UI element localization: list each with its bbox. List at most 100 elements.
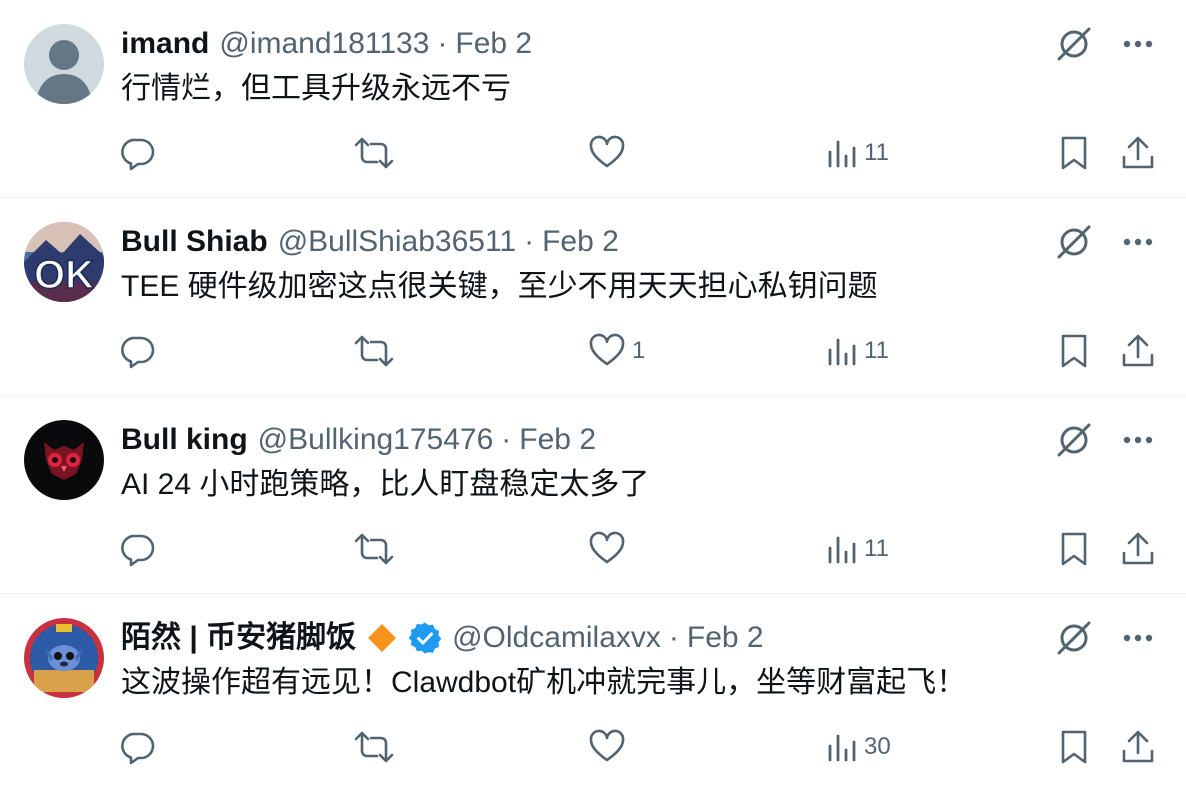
separator-dot: ·	[437, 27, 448, 60]
heart-icon	[589, 531, 625, 564]
like-button[interactable]: 1	[588, 332, 645, 370]
tweet[interactable]: Bull king @Bullking175476 · Feb 2 AI 24 …	[0, 396, 1186, 594]
grok-icon	[1057, 225, 1091, 259]
bookmark-button[interactable]	[1058, 332, 1090, 370]
verified-badge-icon[interactable]	[408, 621, 442, 655]
timestamp[interactable]: Feb 2	[542, 224, 619, 260]
views-button[interactable]: 11	[826, 332, 889, 370]
more-options-button[interactable]	[1120, 24, 1156, 64]
share-button[interactable]	[1120, 728, 1156, 766]
svg-text:OK: OK	[34, 253, 94, 297]
more-dots-icon	[1123, 40, 1153, 48]
default-person-avatar-icon	[24, 24, 104, 104]
separator-dot: ·	[501, 423, 512, 456]
grok-button[interactable]	[1054, 420, 1094, 460]
tweet-header: Bull king @Bullking175476 · Feb 2	[121, 422, 596, 458]
bookmark-button[interactable]	[1058, 530, 1090, 568]
display-name[interactable]: Bull Shiab	[121, 224, 268, 260]
retweet-button[interactable]	[354, 332, 394, 370]
share-icon	[1122, 136, 1154, 169]
tweet-text: 行情烂，但工具升级永远不亏	[121, 72, 511, 105]
like-count: 1	[632, 337, 646, 364]
avatar[interactable]	[24, 420, 104, 500]
avatar[interactable]	[24, 24, 104, 104]
display-name[interactable]: imand	[121, 26, 209, 62]
retweet-button[interactable]	[354, 134, 394, 172]
more-dots-icon	[1123, 238, 1153, 246]
bookmark-icon	[1061, 136, 1087, 170]
tweet[interactable]: imand @imand181133 · Feb 2 行情烂，但工具升级永远不亏	[0, 0, 1186, 198]
tweet-top-actions	[1054, 222, 1156, 262]
grok-button[interactable]	[1054, 222, 1094, 262]
more-dots-icon	[1123, 436, 1153, 444]
reply-icon	[121, 336, 155, 369]
tweet-top-actions	[1054, 618, 1156, 658]
grok-icon	[1057, 621, 1091, 655]
bookmark-icon	[1061, 532, 1087, 566]
like-button[interactable]	[588, 134, 632, 172]
like-button[interactable]	[588, 530, 632, 568]
tweet-text: 这波操作超有远见！Clawdbot矿机冲就完事儿，坐等财富起飞！	[121, 666, 967, 699]
reply-button[interactable]	[120, 728, 156, 766]
cartoon-character-avatar-icon	[24, 618, 104, 698]
analytics-icon	[828, 536, 856, 564]
retweet-button[interactable]	[354, 728, 394, 766]
share-icon	[1122, 334, 1154, 367]
share-button[interactable]	[1120, 530, 1156, 568]
grok-button[interactable]	[1054, 618, 1094, 658]
timestamp[interactable]: Feb 2	[519, 422, 596, 458]
tweet-top-actions	[1054, 420, 1156, 460]
bookmark-button[interactable]	[1058, 134, 1090, 172]
user-handle[interactable]: @BullShiab36511	[278, 224, 516, 260]
views-button[interactable]: 30	[826, 728, 891, 766]
bookmark-icon	[1061, 730, 1087, 764]
more-options-button[interactable]	[1120, 222, 1156, 262]
timestamp[interactable]: Feb 2	[455, 26, 532, 62]
red-owl-avatar-icon	[24, 420, 104, 500]
views-button[interactable]: 11	[826, 134, 889, 172]
tweet[interactable]: 陌然 | 币安猪脚饭 @Oldcamilaxvx · Feb 2 这波操作超有远…	[0, 594, 1186, 790]
tweet-text: TEE 硬件级加密这点很关键，至少不用天天担心私钥问题	[121, 270, 878, 303]
ok-mountain-avatar-icon: OK	[24, 222, 104, 302]
retweet-icon	[354, 335, 394, 367]
grok-icon	[1057, 27, 1091, 61]
bookmark-button[interactable]	[1058, 728, 1090, 766]
reply-button[interactable]	[120, 530, 156, 568]
share-icon	[1122, 730, 1154, 763]
reply-icon	[121, 138, 155, 171]
like-button[interactable]	[588, 728, 632, 766]
avatar[interactable]	[24, 618, 104, 698]
analytics-icon	[828, 338, 856, 366]
orange-diamond-icon	[366, 622, 398, 654]
user-handle[interactable]: @Bullking175476	[258, 422, 494, 458]
reply-icon	[121, 534, 155, 567]
display-name[interactable]: Bull king	[121, 422, 248, 458]
more-dots-icon	[1123, 634, 1153, 642]
grok-button[interactable]	[1054, 24, 1094, 64]
view-count: 30	[864, 733, 891, 760]
view-count: 11	[864, 535, 889, 562]
reply-button[interactable]	[120, 134, 156, 172]
views-button[interactable]: 11	[826, 530, 889, 568]
display-name[interactable]: 陌然 | 币安猪脚饭	[121, 620, 356, 656]
bookmark-icon	[1061, 334, 1087, 368]
timestamp[interactable]: Feb 2	[687, 620, 764, 656]
avatar[interactable]: OK	[24, 222, 104, 302]
view-count: 11	[864, 139, 889, 166]
retweet-icon	[354, 533, 394, 565]
heart-icon	[589, 333, 625, 366]
more-options-button[interactable]	[1120, 618, 1156, 658]
tweet[interactable]: OK Bull Shiab @BullShiab36511 · Feb 2 TE…	[0, 198, 1186, 396]
view-count: 11	[864, 337, 889, 364]
more-options-button[interactable]	[1120, 420, 1156, 460]
retweet-button[interactable]	[354, 530, 394, 568]
separator-dot: ·	[524, 225, 535, 258]
user-handle[interactable]: @imand181133	[219, 26, 429, 62]
separator-dot: ·	[668, 621, 679, 654]
tweet-header: imand @imand181133 · Feb 2	[121, 26, 532, 62]
user-handle[interactable]: @Oldcamilaxvx	[452, 620, 661, 656]
share-button[interactable]	[1120, 332, 1156, 370]
share-button[interactable]	[1120, 134, 1156, 172]
reply-feed: imand @imand181133 · Feb 2 行情烂，但工具升级永远不亏	[0, 0, 1186, 790]
reply-button[interactable]	[120, 332, 156, 370]
